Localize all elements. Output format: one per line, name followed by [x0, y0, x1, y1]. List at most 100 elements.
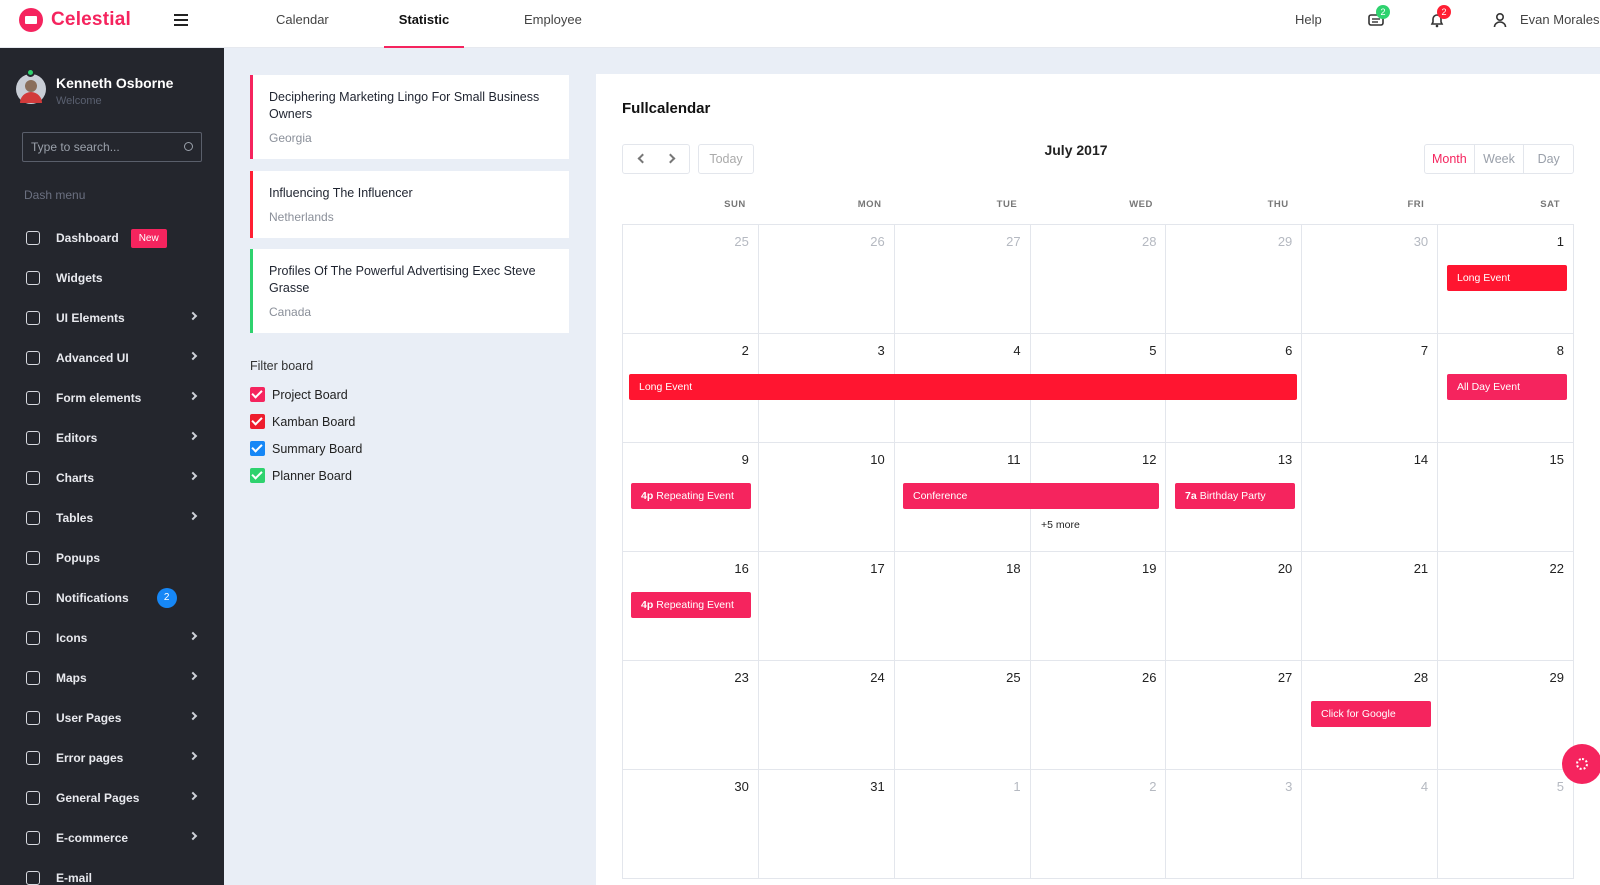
day-number[interactable]: 28: [1142, 234, 1156, 249]
view-day-button[interactable]: Day: [1523, 145, 1573, 173]
day-number[interactable]: 1: [1557, 234, 1564, 249]
day-cell[interactable]: 23: [623, 661, 759, 770]
day-number[interactable]: 8: [1557, 343, 1564, 358]
calendar-event[interactable]: Long Event: [1447, 265, 1567, 291]
day-number[interactable]: 1: [1013, 779, 1020, 794]
day-cell[interactable]: 19: [1030, 552, 1167, 661]
day-cell[interactable]: 3: [1166, 770, 1303, 879]
day-number[interactable]: 13: [1278, 452, 1292, 467]
search-input[interactable]: [23, 133, 173, 161]
day-cell[interactable]: 31: [758, 770, 895, 879]
day-cell[interactable]: 26: [1030, 661, 1167, 770]
checkbox-checked-icon[interactable]: [250, 468, 265, 483]
day-number[interactable]: 25: [734, 234, 748, 249]
sidebar-item-e-mail[interactable]: E-mail: [0, 858, 224, 885]
day-number[interactable]: 5: [1149, 343, 1156, 358]
view-month-button[interactable]: Month: [1425, 145, 1474, 173]
day-cell[interactable]: 2: [1030, 770, 1167, 879]
filter-checkbox-project-board[interactable]: Project Board: [250, 381, 362, 408]
today-button[interactable]: Today: [698, 144, 754, 174]
day-number[interactable]: 2: [742, 343, 749, 358]
avatar[interactable]: [16, 74, 46, 104]
day-cell[interactable]: 17: [758, 552, 895, 661]
calendar-event[interactable]: 4p Repeating Event: [631, 592, 751, 618]
day-number[interactable]: 27: [1278, 670, 1292, 685]
day-number[interactable]: 20: [1278, 561, 1292, 576]
day-number[interactable]: 15: [1550, 452, 1564, 467]
sidebar-item-error-pages[interactable]: Error pages: [0, 738, 224, 778]
calendar-event[interactable]: Click for Google: [1311, 701, 1431, 727]
day-number[interactable]: 6: [1285, 343, 1292, 358]
day-number[interactable]: 30: [734, 779, 748, 794]
checkbox-checked-icon[interactable]: [250, 387, 265, 402]
brand[interactable]: Celestial: [19, 8, 131, 32]
calendar-event[interactable]: Long Event: [629, 374, 1297, 400]
day-cell[interactable]: 5: [1438, 770, 1575, 879]
day-number[interactable]: 14: [1414, 452, 1428, 467]
sidebar-item-e-commerce[interactable]: E-commerce: [0, 818, 224, 858]
day-cell[interactable]: 30: [1302, 225, 1439, 334]
day-number[interactable]: 5: [1557, 779, 1564, 794]
day-cell[interactable]: 27: [894, 225, 1031, 334]
day-cell[interactable]: 27: [1166, 661, 1303, 770]
day-number[interactable]: 7: [1421, 343, 1428, 358]
day-cell[interactable]: 28: [1030, 225, 1167, 334]
calendar-event[interactable]: All Day Event: [1447, 374, 1567, 400]
filter-checkbox-planner-board[interactable]: Planner Board: [250, 462, 362, 489]
day-cell[interactable]: 18: [894, 552, 1031, 661]
day-number[interactable]: 23: [734, 670, 748, 685]
day-number[interactable]: 19: [1142, 561, 1156, 576]
day-cell[interactable]: 25: [623, 225, 759, 334]
day-number[interactable]: 27: [1006, 234, 1020, 249]
sidebar-item-notifications[interactable]: Notifications 2: [0, 578, 224, 618]
day-number[interactable]: 29: [1550, 670, 1564, 685]
more-events-link[interactable]: +5 more: [1041, 519, 1080, 531]
day-cell[interactable]: 7: [1302, 334, 1439, 443]
sidebar-item-charts[interactable]: Charts: [0, 458, 224, 498]
day-number[interactable]: 16: [734, 561, 748, 576]
day-number[interactable]: 11: [1007, 452, 1021, 467]
day-number[interactable]: 10: [870, 452, 884, 467]
calendar-event[interactable]: 7a Birthday Party: [1175, 483, 1295, 509]
sidebar-item-maps[interactable]: Maps: [0, 658, 224, 698]
filter-checkbox-summary-board[interactable]: Summary Board: [250, 435, 362, 462]
sidebar-item-dashboard[interactable]: Dashboard New: [0, 218, 224, 258]
day-number[interactable]: 22: [1550, 561, 1564, 576]
sidebar-item-popups[interactable]: Popups: [0, 538, 224, 578]
day-number[interactable]: 9: [742, 452, 749, 467]
day-number[interactable]: 26: [870, 234, 884, 249]
day-cell[interactable]: 26: [758, 225, 895, 334]
sidebar-item-tables[interactable]: Tables: [0, 498, 224, 538]
article-card[interactable]: Influencing The Influencer Netherlands: [250, 171, 569, 238]
sidebar-item-general-pages[interactable]: General Pages: [0, 778, 224, 818]
day-number[interactable]: 28: [1414, 670, 1428, 685]
help-link[interactable]: Help: [1295, 0, 1322, 40]
sidebar-item-advanced-ui[interactable]: Advanced UI: [0, 338, 224, 378]
search-icon[interactable]: [184, 142, 193, 151]
day-number[interactable]: 29: [1278, 234, 1292, 249]
day-cell[interactable]: 29: [1438, 661, 1575, 770]
day-cell[interactable]: 10: [758, 443, 895, 552]
day-number[interactable]: 3: [877, 343, 884, 358]
day-number[interactable]: 26: [1142, 670, 1156, 685]
hamburger-menu-icon[interactable]: [174, 14, 188, 26]
article-card[interactable]: Deciphering Marketing Lingo For Small Bu…: [250, 75, 569, 159]
day-cell[interactable]: 25: [894, 661, 1031, 770]
day-number[interactable]: 3: [1285, 779, 1292, 794]
day-number[interactable]: 31: [870, 779, 884, 794]
day-cell[interactable]: 14: [1302, 443, 1439, 552]
sidebar-user[interactable]: Kenneth Osborne Welcome: [16, 74, 173, 107]
checkbox-checked-icon[interactable]: [250, 414, 265, 429]
user-icon[interactable]: [1492, 12, 1508, 28]
tab-employee[interactable]: Employee: [524, 0, 582, 48]
day-cell[interactable]: 20: [1166, 552, 1303, 661]
article-card[interactable]: Profiles Of The Powerful Advertising Exe…: [250, 249, 569, 333]
sidebar-item-user-pages[interactable]: User Pages: [0, 698, 224, 738]
day-number[interactable]: 17: [870, 561, 884, 576]
prev-month-icon[interactable]: [637, 153, 648, 164]
notifications-button[interactable]: 2: [1429, 5, 1451, 28]
user-name[interactable]: Evan Morales: [1520, 0, 1599, 40]
day-cell[interactable]: 4: [1302, 770, 1439, 879]
day-cell[interactable]: 21: [1302, 552, 1439, 661]
sidebar-item-form-elements[interactable]: Form elements: [0, 378, 224, 418]
